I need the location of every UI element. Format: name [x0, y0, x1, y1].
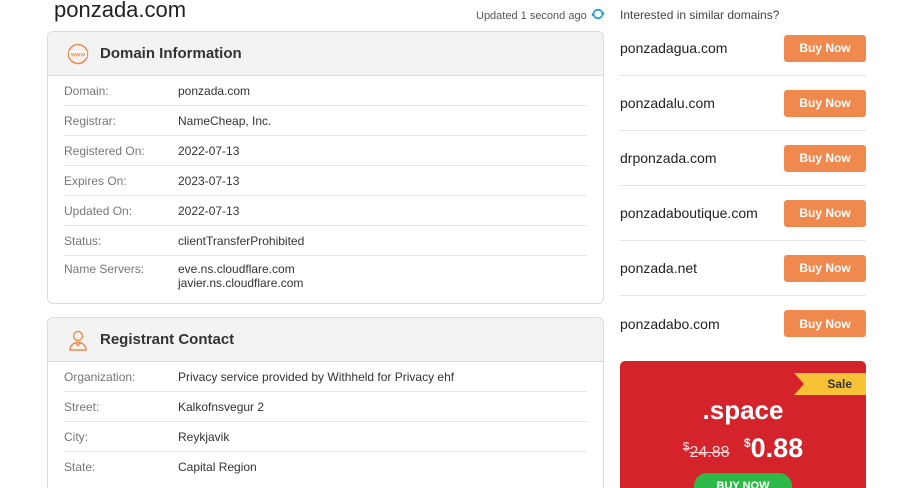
name-servers-list: eve.ns.cloudflare.com javier.ns.cloudfla… [178, 262, 303, 290]
refresh-icon[interactable] [591, 7, 605, 24]
registrant-contact-title: Registrant Contact [100, 331, 235, 348]
contact-label: Organization: [64, 369, 136, 384]
contact-row-state: State: Capital Region [64, 452, 587, 482]
info-value: 2023-07-13 [178, 173, 240, 188]
registrant-contact-table: Organization: Privacy service provided by… [48, 362, 603, 482]
info-label: Registrar: [64, 113, 117, 128]
contact-label: Street: [64, 399, 100, 414]
suggestion-domain[interactable]: ponzadalu.com [620, 95, 715, 111]
new-price: $0.88 [743, 433, 804, 463]
name-server: javier.ns.cloudflare.com [178, 276, 304, 290]
suggestion-item: ponzadalu.com Buy Now [620, 76, 866, 131]
updated-text: Updated 1 second ago [476, 9, 587, 22]
info-label: Status: [64, 233, 102, 248]
name-server: eve.ns.cloudflare.com [178, 262, 295, 276]
domain-information-title: Domain Information [100, 45, 242, 62]
domain-information-table: Domain: ponzada.com Registrar: NameCheap, … [48, 76, 603, 294]
buy-now-button[interactable]: Buy Now [784, 254, 866, 282]
contact-value: Capital Region [178, 460, 257, 474]
info-value: ponzada.com [178, 83, 251, 98]
space-promo-banner[interactable]: Sale .space $24.88 $0.88 BUY NOW [620, 361, 866, 488]
info-label: Updated On: [64, 203, 133, 218]
suggestion-domain[interactable]: ponzadaboutique.com [620, 205, 758, 221]
buy-now-button[interactable]: Buy Now [784, 310, 866, 337]
contact-value: Kalkofnsvegur 2 [178, 399, 265, 414]
suggestion-item: ponzadabo.com Buy Now [620, 296, 866, 351]
contact-value: Reykjavik [178, 429, 230, 444]
suggestion-domain[interactable]: ponzadagua.com [620, 40, 727, 56]
info-label: Expires On: [64, 173, 127, 188]
info-label: Name Servers: [64, 262, 145, 276]
promo-tld: .space [702, 395, 784, 425]
info-row-registrar: Registrar: NameCheap, Inc. [64, 106, 587, 136]
contact-row-city: City: Reykjavik [64, 422, 587, 452]
info-row-status: Status: clientTransferProhibited [64, 226, 587, 256]
old-price: $24.88 [682, 439, 730, 461]
sale-badge: Sale [794, 373, 866, 395]
info-row-registered-on: Registered On: 2022-07-13 [64, 136, 587, 166]
info-row-updated-on: Updated On: 2022-07-13 [64, 196, 587, 226]
registrant-contact-header: Registrant Contact [48, 318, 603, 362]
suggestion-item: ponzadagua.com Buy Now [620, 21, 866, 76]
suggestion-domain[interactable]: ponzadabo.com [620, 316, 720, 332]
domain-information-header: www Domain Information [48, 32, 603, 76]
buy-now-button[interactable]: Buy Now [784, 34, 866, 62]
info-label: Registered On: [64, 143, 145, 158]
contact-label: City: [64, 429, 88, 444]
contact-label: State: [64, 460, 96, 474]
buy-now-button[interactable]: Buy Now [784, 144, 866, 172]
buy-now-button[interactable]: Buy Now [784, 89, 866, 117]
www-icon: www [67, 43, 89, 65]
info-value: 2022-07-13 [178, 203, 240, 218]
updated-status: Updated 1 second ago [476, 7, 605, 24]
contact-row-street: Street: Kalkofnsvegur 2 [64, 392, 587, 422]
info-row-name-servers: Name Servers: eve.ns.cloudflare.com javi… [64, 256, 587, 294]
promo-prices: $24.88 $0.88 [620, 433, 866, 464]
contact-value: Privacy service provided by Withheld for… [178, 369, 455, 384]
info-row-domain: Domain: ponzada.com [64, 76, 587, 106]
suggestion-item: drponzada.com Buy Now [620, 131, 866, 186]
info-row-expires-on: Expires On: 2023-07-13 [64, 166, 587, 196]
buy-now-button[interactable]: Buy Now [784, 199, 866, 227]
promo-buy-now-button[interactable]: BUY NOW [694, 473, 792, 488]
suggestion-item: ponzada.net Buy Now [620, 241, 866, 296]
svg-text:www: www [70, 52, 85, 58]
suggestion-item: ponzadaboutique.com Buy Now [620, 186, 866, 241]
person-icon [67, 329, 89, 351]
registrant-contact-card: Registrant Contact Organization: Privacy … [47, 317, 604, 488]
info-value: NameCheap, Inc. [178, 113, 272, 128]
info-label: Domain: [64, 83, 109, 98]
info-value: clientTransferProhibited [178, 233, 305, 248]
suggestion-domain[interactable]: drponzada.com [620, 150, 717, 166]
domain-information-card: www Domain Information Domain: ponzada.co… [47, 31, 604, 304]
info-value: 2022-07-13 [178, 143, 240, 158]
suggestion-domain[interactable]: ponzada.net [620, 260, 697, 276]
domain-title: ponzada.com [54, 0, 187, 22]
similar-domains-heading: Interested in similar domains? [620, 8, 780, 22]
contact-row-organization: Organization: Privacy service provided by… [64, 362, 587, 392]
